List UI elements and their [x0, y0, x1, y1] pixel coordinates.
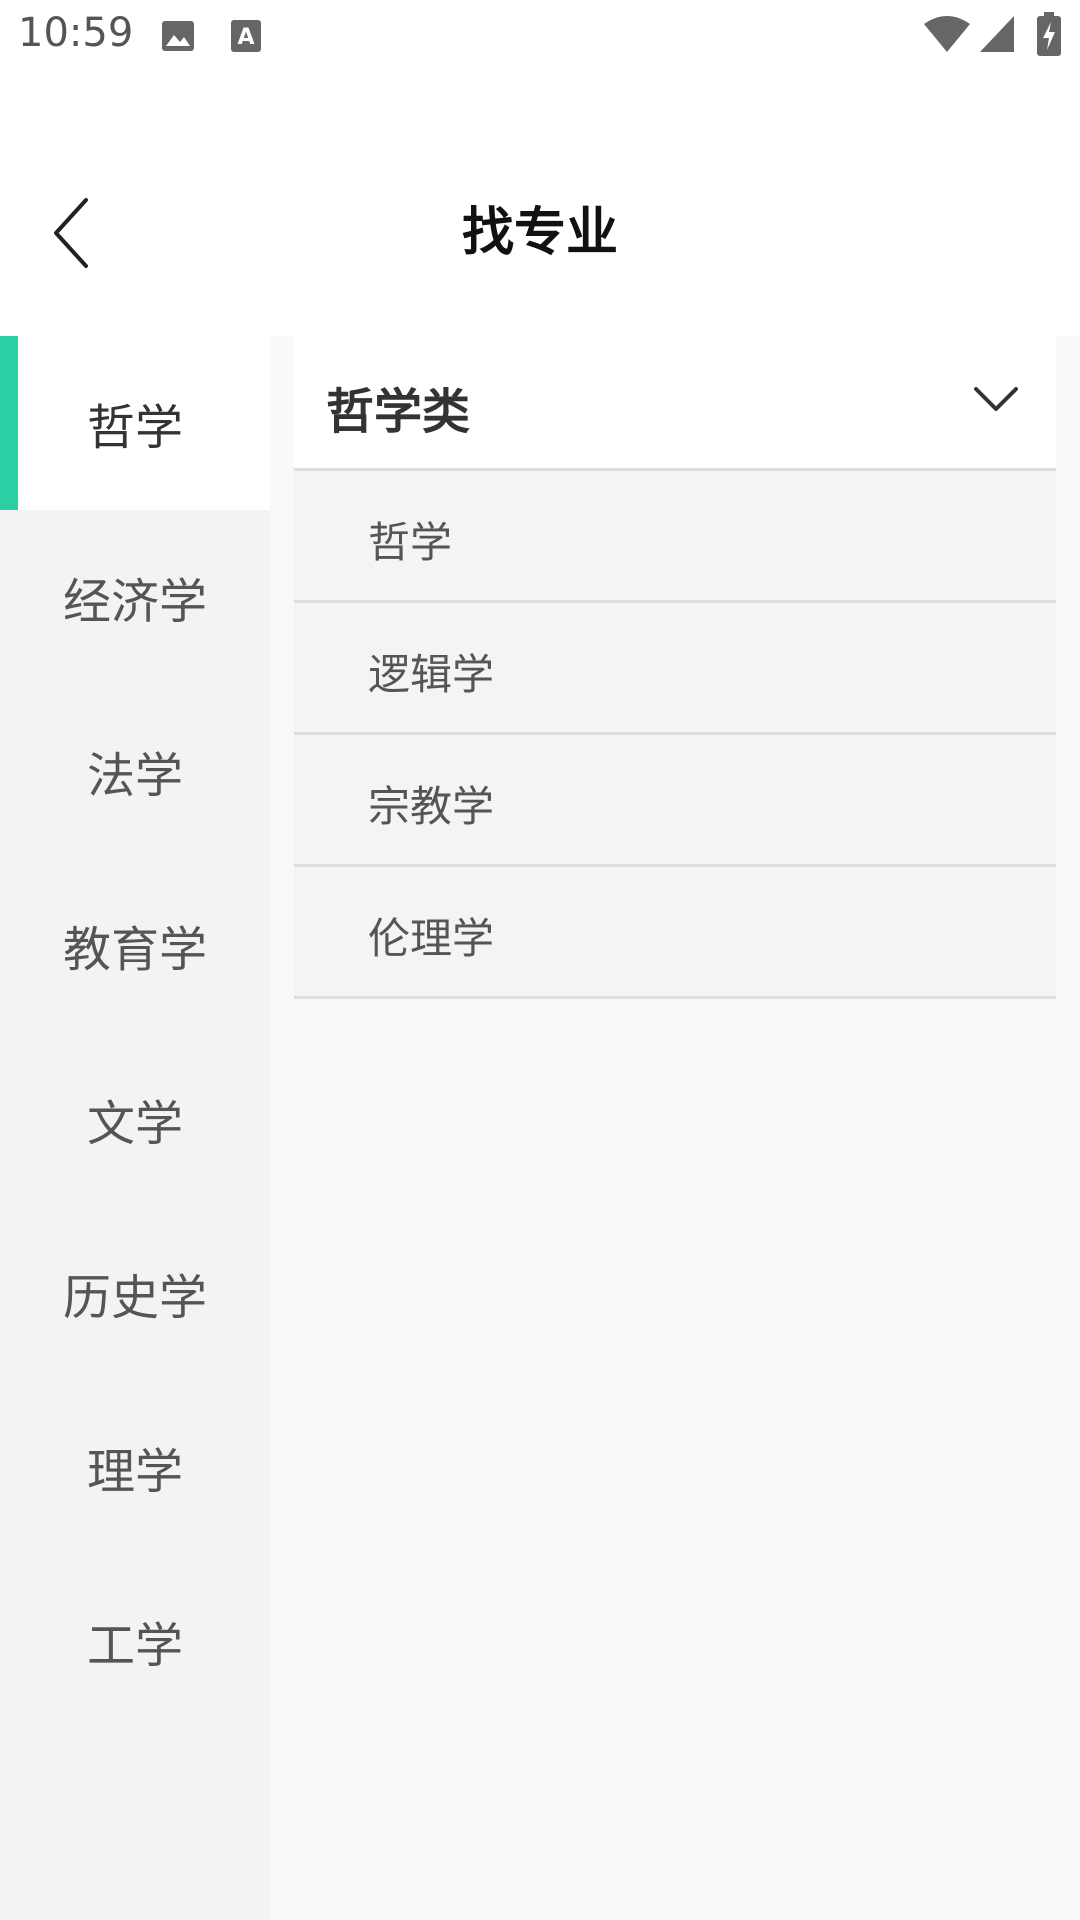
major-group: 哲学类 哲学 逻辑学 宗教学 伦理学 — [294, 336, 1056, 999]
sidebar-item-science[interactable]: 理学 — [0, 1380, 270, 1554]
major-label: 哲学 — [368, 518, 453, 567]
sidebar-item-history[interactable]: 历史学 — [0, 1206, 270, 1380]
list-item[interactable]: 哲学 — [294, 471, 1056, 603]
sidebar-item-label: 法学 — [86, 748, 183, 804]
active-indicator — [0, 336, 18, 510]
sidebar-item-label: 哲学 — [86, 400, 183, 456]
list-item[interactable]: 伦理学 — [294, 867, 1056, 999]
major-label: 伦理学 — [368, 914, 495, 963]
sidebar-item-label: 经济学 — [62, 574, 207, 630]
major-label: 逻辑学 — [368, 650, 495, 699]
group-title: 哲学类 — [326, 384, 471, 440]
status-time: 10:59 — [18, 10, 134, 56]
svg-text:A: A — [237, 25, 254, 50]
header-bar: 找专业 — [0, 170, 1080, 290]
group-header[interactable]: 哲学类 — [294, 336, 1056, 471]
list-item[interactable]: 逻辑学 — [294, 603, 1056, 735]
chevron-down-icon — [974, 387, 1018, 411]
app-screen: 10:59 A 找专业 哲学 经济学 法学 教育学 文学 历史学 理学 工学 哲… — [0, 0, 1080, 1920]
text-a-icon: A — [228, 18, 264, 54]
sidebar-item-engineering[interactable]: 工学 — [0, 1554, 270, 1728]
status-bar: 10:59 A — [0, 0, 1080, 74]
sidebar-item-label: 文学 — [86, 1096, 183, 1152]
sidebar-item-education[interactable]: 教育学 — [0, 858, 270, 1032]
major-list-panel: 哲学类 哲学 逻辑学 宗教学 伦理学 — [270, 336, 1080, 1920]
battery-charging-icon — [1036, 12, 1062, 60]
sidebar-item-philosophy[interactable]: 哲学 — [0, 336, 270, 510]
signal-icon — [978, 14, 1016, 58]
sidebar-item-law[interactable]: 法学 — [0, 684, 270, 858]
sidebar-item-literature[interactable]: 文学 — [0, 1032, 270, 1206]
list-item[interactable]: 宗教学 — [294, 735, 1056, 867]
sidebar-item-label: 历史学 — [62, 1270, 207, 1326]
category-sidebar: 哲学 经济学 法学 教育学 文学 历史学 理学 工学 — [0, 336, 270, 1920]
sidebar-item-economics[interactable]: 经济学 — [0, 510, 270, 684]
sidebar-item-label: 理学 — [86, 1444, 183, 1500]
sidebar-item-label: 工学 — [86, 1618, 183, 1674]
wifi-icon — [922, 14, 972, 58]
page-title: 找专业 — [461, 203, 618, 263]
image-icon — [160, 18, 196, 54]
sidebar-item-label: 教育学 — [62, 922, 207, 978]
major-label: 宗教学 — [368, 782, 495, 831]
